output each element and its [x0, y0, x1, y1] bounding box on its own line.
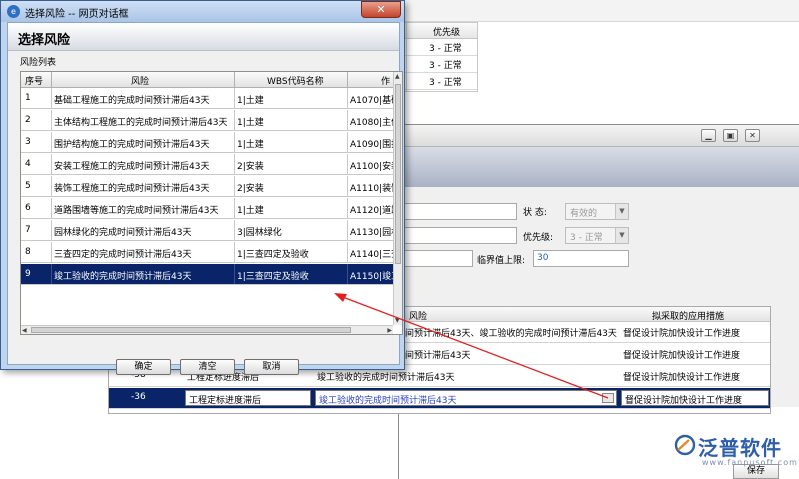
- brand-url: www.fanpusoft.com: [702, 458, 798, 467]
- brand-watermark: 泛普软件 www.fanpusoft.com: [672, 430, 797, 478]
- brand-logo-icon: [674, 434, 696, 456]
- arrow-line: [339, 295, 609, 399]
- brand-name: 泛普软件: [698, 436, 782, 460]
- arrow-head: [334, 293, 347, 302]
- annotation-arrow: [334, 293, 609, 399]
